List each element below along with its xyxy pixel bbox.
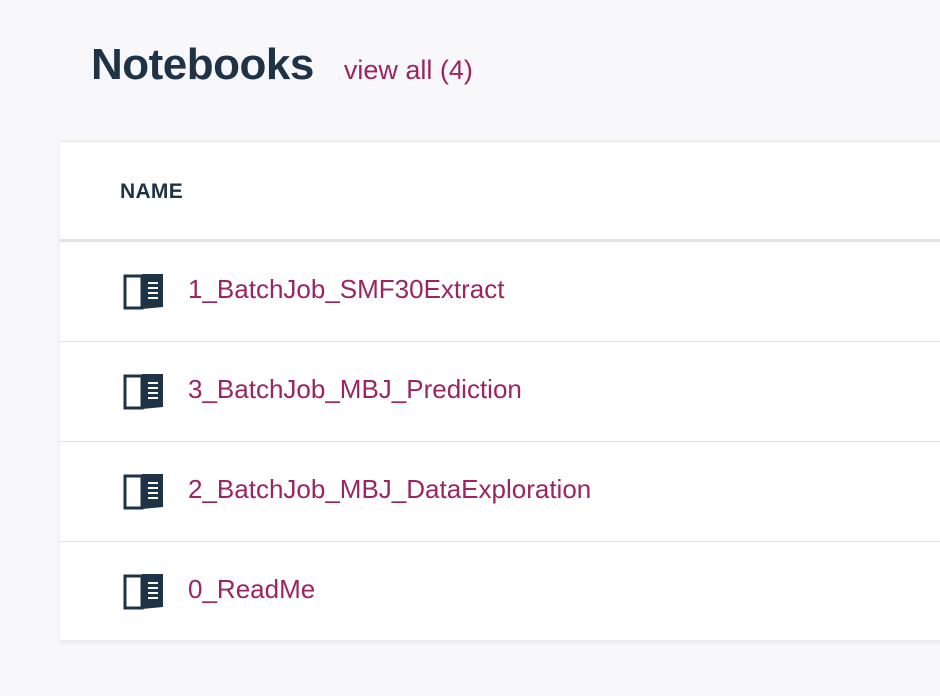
notebook-link[interactable]: 0_ReadMe — [188, 574, 315, 605]
view-all-link[interactable]: view all (4) — [344, 55, 473, 86]
table-row[interactable]: 0_ReadMe — [60, 542, 940, 641]
table-row[interactable]: 2_BatchJob_MBJ_DataExploration — [60, 442, 940, 542]
open-book-icon — [123, 474, 163, 510]
page-header: Notebooks view all (4) — [91, 40, 473, 90]
column-header-name[interactable]: NAME — [120, 180, 183, 204]
open-book-icon — [123, 274, 163, 310]
open-book-icon — [123, 574, 163, 610]
notebook-link[interactable]: 2_BatchJob_MBJ_DataExploration — [188, 474, 591, 505]
notebook-link[interactable]: 1_BatchJob_SMF30Extract — [188, 274, 505, 305]
table-row[interactable]: 3_BatchJob_MBJ_Prediction — [60, 342, 940, 442]
notebooks-table: NAME 1_BatchJob_SMF30Extract 3_BatchJob_… — [60, 141, 940, 640]
table-row[interactable]: 1_BatchJob_SMF30Extract — [60, 242, 940, 342]
notebook-link[interactable]: 3_BatchJob_MBJ_Prediction — [188, 374, 522, 405]
open-book-icon — [123, 374, 163, 410]
table-header: NAME — [60, 142, 940, 242]
page-title: Notebooks — [91, 40, 314, 89]
